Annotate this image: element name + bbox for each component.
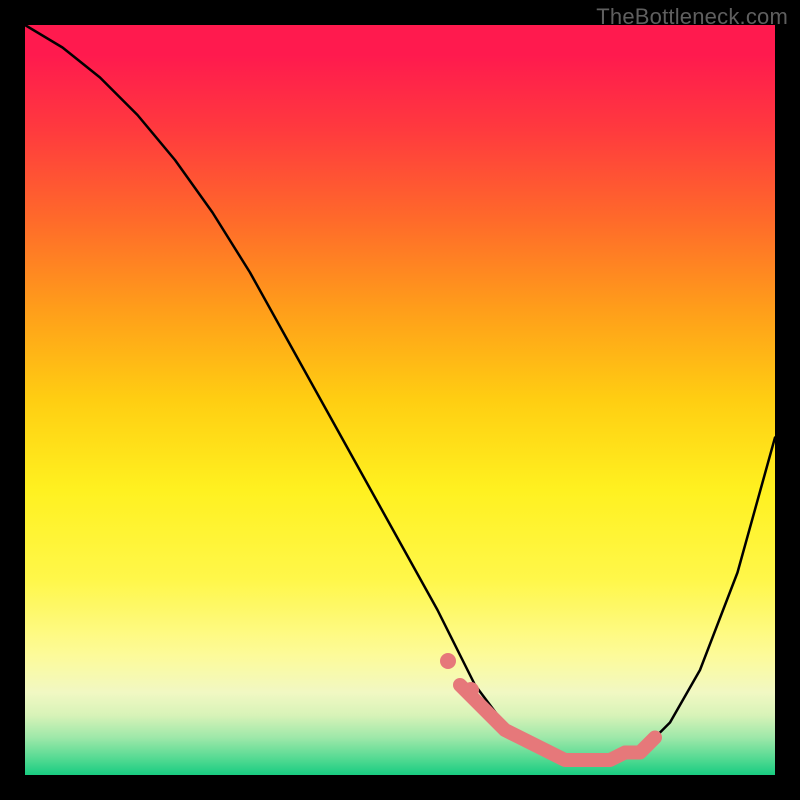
- plot-area: [25, 25, 775, 775]
- bottleneck-curve: [25, 25, 775, 760]
- watermark-text: TheBottleneck.com: [596, 4, 788, 30]
- marker-dot: [463, 682, 479, 698]
- chart-frame: TheBottleneck.com: [0, 0, 800, 800]
- optimal-range-marker: [460, 685, 655, 760]
- curve-layer: [25, 25, 775, 775]
- marker-dot: [440, 653, 456, 669]
